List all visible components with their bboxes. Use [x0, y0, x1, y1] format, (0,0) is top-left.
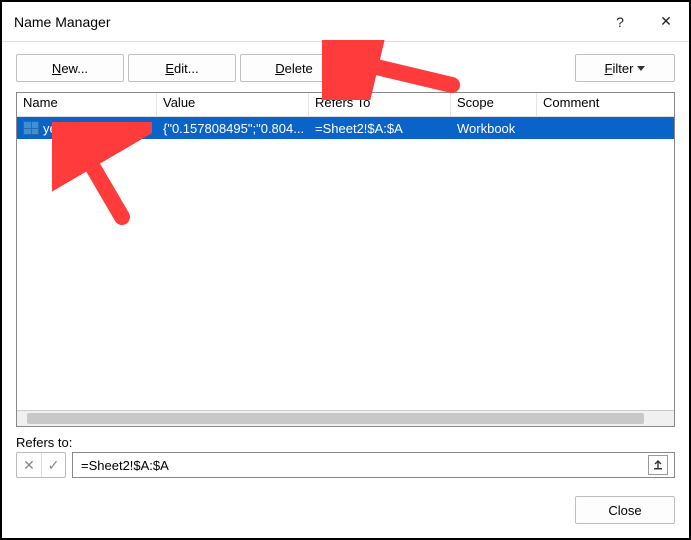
dialog-footer: Close: [2, 478, 689, 538]
scrollbar-thumb[interactable]: [27, 413, 644, 424]
new-button[interactable]: New...: [16, 54, 124, 82]
col-name[interactable]: Name: [17, 93, 157, 116]
collapse-dialog-icon[interactable]: [648, 455, 668, 475]
delete-button[interactable]: Delete: [240, 54, 348, 82]
table-row[interactable]: yeeees {"0.157808495";"0.804... =Sheet2!…: [17, 117, 674, 139]
window-title: Name Manager: [14, 14, 111, 30]
titlebar: Name Manager ? ✕: [2, 2, 689, 42]
filter-button[interactable]: Filter: [575, 54, 675, 82]
col-comment[interactable]: Comment: [537, 93, 674, 116]
help-button[interactable]: ?: [597, 2, 643, 42]
cancel-icon[interactable]: ✕: [17, 453, 41, 477]
defined-name-icon: [23, 121, 39, 135]
list-body[interactable]: yeeees {"0.157808495";"0.804... =Sheet2!…: [17, 117, 674, 410]
col-refers[interactable]: Refers To: [309, 93, 451, 116]
horizontal-scrollbar[interactable]: [17, 410, 674, 426]
row-refers: =Sheet2!$A:$A: [309, 121, 451, 136]
col-scope[interactable]: Scope: [451, 93, 537, 116]
close-button[interactable]: Close: [575, 496, 675, 524]
toolbar: New... Edit... Delete Filter: [2, 42, 689, 92]
close-window-button[interactable]: ✕: [643, 2, 689, 42]
row-value: {"0.157808495";"0.804...: [157, 121, 309, 136]
name-manager-dialog: Name Manager ? ✕ New... Edit... Delete F…: [0, 0, 691, 540]
row-name: yeeees: [43, 121, 85, 136]
accept-icon[interactable]: ✓: [41, 453, 65, 477]
col-value[interactable]: Value: [157, 93, 309, 116]
edit-button[interactable]: Edit...: [128, 54, 236, 82]
chevron-down-icon: [637, 66, 645, 71]
list-header[interactable]: Name Value Refers To Scope Comment: [17, 93, 674, 117]
accept-cancel-buttons: ✕ ✓: [16, 452, 66, 478]
refers-to-section: Refers to: ✕ ✓: [2, 427, 689, 478]
row-scope: Workbook: [451, 121, 537, 136]
refers-to-input[interactable]: [79, 457, 644, 474]
names-list: Name Value Refers To Scope Comment yeeee…: [16, 92, 675, 427]
refers-to-input-wrap: [72, 452, 675, 478]
